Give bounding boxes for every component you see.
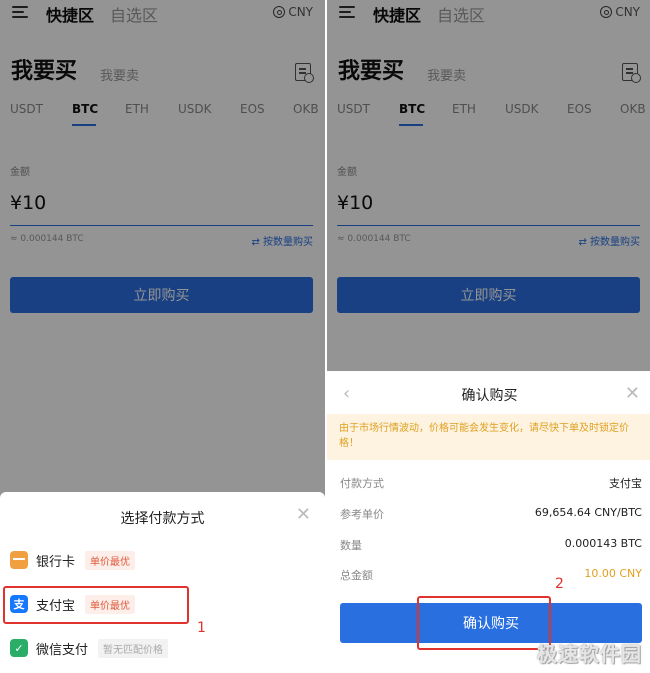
highlight-box-confirm <box>417 596 551 650</box>
close-icon[interactable]: ✕ <box>625 383 640 404</box>
sheet-title: 选择付款方式 <box>120 511 205 527</box>
detail-value: 支付宝 <box>609 477 642 490</box>
detail-value: 69,654.64 CNY/BTC <box>534 506 642 519</box>
step-number-1: 1 <box>197 620 206 636</box>
highlight-box-alipay <box>3 586 189 624</box>
right-screen: 快捷区 自选区 CNY 我要买 我要卖 USDT BTC ETH USDK EO… <box>327 0 650 673</box>
detail-row-payment: 付款方式 支付宝 <box>340 475 642 493</box>
left-screen: 快捷区 自选区 CNY 我要买 我要卖 USDT BTC ETH USDK EO… <box>0 0 325 673</box>
payment-option-wechat[interactable]: ✓ 微信支付 暂无匹配价格 <box>10 633 315 663</box>
wechat-pay-icon: ✓ <box>10 639 28 657</box>
payment-option-bank[interactable]: 银行卡 单价最优 <box>10 545 315 575</box>
detail-label: 参考单价 <box>340 508 384 521</box>
detail-label: 付款方式 <box>340 477 384 490</box>
bank-card-icon <box>10 551 28 569</box>
detail-row-total: 总金额 10.00 CNY <box>340 567 642 585</box>
detail-label: 数量 <box>340 539 362 552</box>
price-warning: 由于市场行情波动，价格可能会发生变化，请尽快下单及时锁定价格！ <box>327 414 650 460</box>
watermark: 极速软件园 <box>537 642 642 666</box>
close-icon[interactable]: ✕ <box>296 506 311 524</box>
payment-name: 银行卡 <box>36 554 76 570</box>
no-price-badge: 暂无匹配价格 <box>98 638 169 658</box>
modal-title: 确认购买 <box>461 388 518 404</box>
detail-label: 总金额 <box>340 569 373 582</box>
detail-value: 0.000143 BTC <box>564 537 642 550</box>
best-price-badge: 单价最优 <box>85 550 136 570</box>
payment-name: 微信支付 <box>36 642 89 658</box>
payment-method-sheet: 选择付款方式 ✕ 银行卡 单价最优 支 支付宝 单价最优 ✓ 微信支付 暂无匹配… <box>0 492 325 673</box>
step-number-2: 2 <box>555 576 564 592</box>
detail-value-total: 10.00 CNY <box>584 567 642 580</box>
detail-row-unit-price: 参考单价 69,654.64 CNY/BTC <box>340 506 642 524</box>
detail-row-quantity: 数量 0.000143 BTC <box>340 537 642 555</box>
